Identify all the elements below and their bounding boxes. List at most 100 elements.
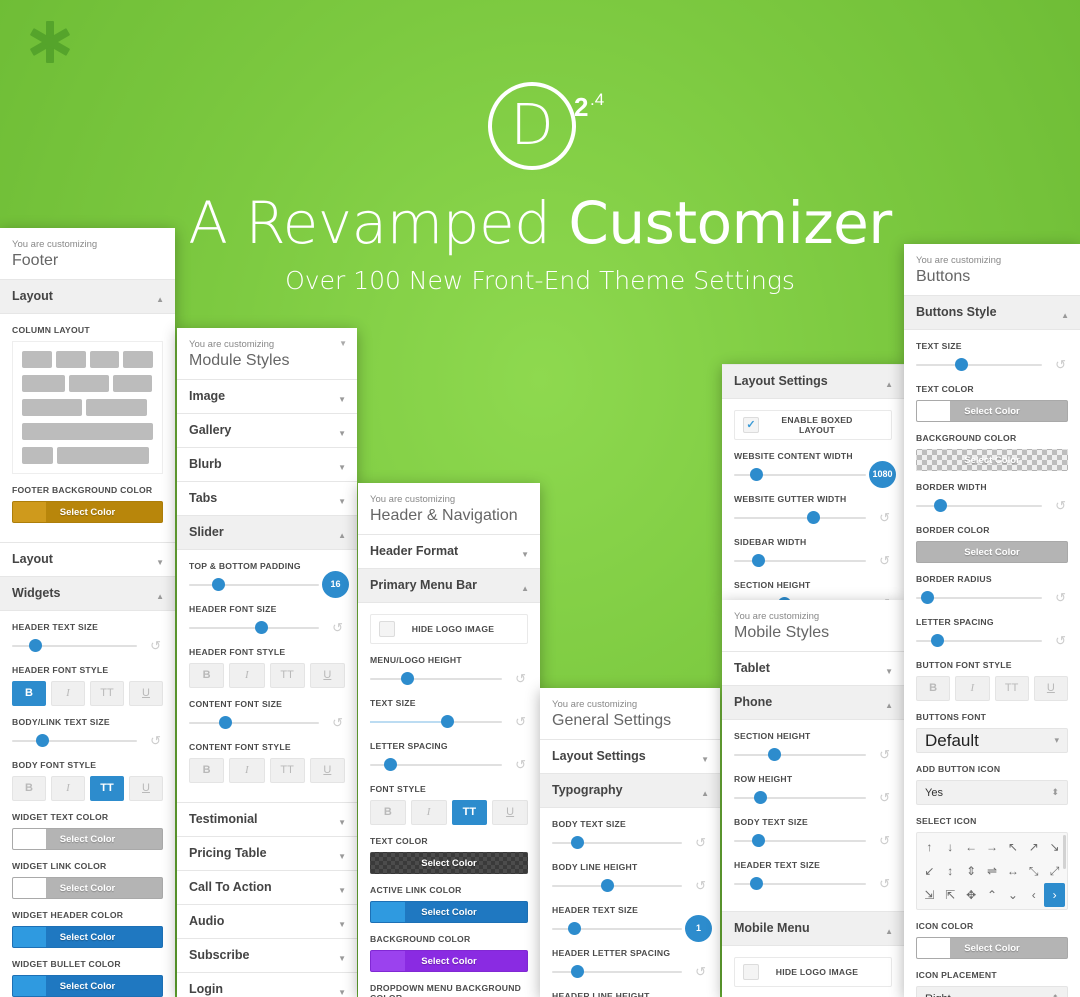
slider-control[interactable]: ↺: [734, 790, 892, 806]
slider-control[interactable]: 1080: [734, 461, 896, 488]
color-picker-button[interactable]: Select Color: [12, 975, 163, 997]
section-header-buttons-style[interactable]: Buttons Style ▲: [904, 295, 1080, 330]
font-style-u-button[interactable]: U: [129, 776, 163, 801]
section-header-pricing-table[interactable]: Pricing Table ▼: [177, 837, 357, 871]
font-style-tt-button[interactable]: TT: [451, 800, 488, 825]
chevron-down-icon[interactable]: ▾: [1054, 735, 1059, 746]
slider-track[interactable]: [916, 597, 1042, 599]
slider-control[interactable]: ↺: [916, 590, 1068, 606]
icon-option[interactable]: ⌄: [1002, 883, 1023, 907]
font-style-tt-button[interactable]: TT: [269, 758, 305, 783]
slider-track[interactable]: [734, 517, 866, 519]
slider-knob[interactable]: [570, 965, 584, 978]
section-header-phone[interactable]: Phone ▲: [722, 686, 904, 720]
icon-option[interactable]: ⇕: [961, 859, 982, 883]
slider-knob[interactable]: [600, 879, 614, 892]
checkbox-row[interactable]: ✓ ENABLE BOXED LAYOUT: [734, 410, 892, 440]
section-header-layout[interactable]: Layout ▲: [0, 279, 175, 314]
icon-option[interactable]: ›: [1044, 883, 1066, 907]
slider-track[interactable]: [12, 740, 137, 742]
chevron-up-icon[interactable]: ▲: [885, 924, 893, 939]
reset-icon[interactable]: ↺: [150, 638, 161, 653]
slider-knob[interactable]: [751, 834, 765, 847]
icon-option[interactable]: ↓: [940, 835, 961, 859]
slider-control[interactable]: ↺: [734, 553, 892, 569]
icon-option[interactable]: ⇱: [940, 883, 961, 907]
reset-icon[interactable]: ↺: [695, 835, 706, 850]
slider-knob[interactable]: [211, 578, 225, 591]
font-style-i-button[interactable]: I: [229, 758, 265, 783]
chevron-up-icon[interactable]: ▲: [156, 589, 164, 604]
slider-control[interactable]: ↺: [552, 964, 708, 980]
font-style-b-button[interactable]: B: [189, 758, 225, 783]
font-style-u-button[interactable]: U: [309, 663, 345, 688]
chevron-up-icon[interactable]: ▲: [338, 528, 346, 543]
slider-knob[interactable]: [754, 791, 768, 804]
font-style-tt-button[interactable]: TT: [994, 676, 1029, 701]
slider-control[interactable]: ↺: [189, 620, 345, 636]
section-header-gallery[interactable]: Gallery ▼: [177, 414, 357, 448]
font-style-tt-button[interactable]: TT: [269, 663, 305, 688]
reset-icon[interactable]: ↺: [695, 964, 706, 979]
color-picker-button[interactable]: Select Color: [916, 541, 1068, 563]
font-style-i-button[interactable]: I: [51, 776, 85, 801]
slider-control[interactable]: ↺: [916, 498, 1068, 514]
customizer-panel-buttons[interactable]: You are customizing Buttons Buttons Style ▲…: [904, 244, 1080, 997]
font-style-tt-button[interactable]: TT: [90, 776, 124, 801]
customizer-panel-header-navigation[interactable]: You are customizing Header & Navigation He…: [358, 483, 540, 997]
slider-control[interactable]: ↺: [370, 671, 528, 687]
font-style-u-button[interactable]: U: [129, 681, 163, 706]
slider-control[interactable]: ↺: [734, 833, 892, 849]
color-picker-button[interactable]: Select Color: [370, 852, 528, 874]
reset-icon[interactable]: ↺: [515, 757, 526, 772]
reset-icon[interactable]: ↺: [1055, 633, 1066, 648]
slider-knob[interactable]: [750, 877, 764, 890]
slider-knob[interactable]: [219, 716, 233, 729]
chevron-down-icon[interactable]: ▼: [156, 555, 164, 570]
section-header-audio[interactable]: Audio ▼: [177, 905, 357, 939]
font-style-b-button[interactable]: B: [370, 800, 406, 825]
icon-option[interactable]: ↕: [940, 859, 961, 883]
font-style-i-button[interactable]: I: [51, 681, 85, 706]
slider-knob[interactable]: [933, 499, 947, 512]
color-picker-button[interactable]: Select Color: [370, 901, 528, 923]
font-style-i-button[interactable]: I: [229, 663, 265, 688]
slider-knob[interactable]: [931, 634, 945, 647]
slider-knob[interactable]: [921, 591, 935, 604]
select-dropdown[interactable]: Right ⬍: [916, 986, 1068, 997]
reset-icon[interactable]: ↺: [150, 733, 161, 748]
section-header-login[interactable]: Login ▼: [177, 973, 357, 997]
color-picker-button[interactable]: Select Color: [12, 877, 163, 899]
font-style-toggle-group[interactable]: B I TT U: [370, 800, 528, 825]
slider-knob[interactable]: [570, 836, 584, 849]
reset-icon[interactable]: ↺: [1055, 357, 1066, 372]
icon-option[interactable]: ✥: [961, 883, 982, 907]
chevron-down-icon[interactable]: ▼: [338, 883, 346, 898]
icon-option[interactable]: ⤡: [1023, 859, 1044, 883]
font-style-u-button[interactable]: U: [1033, 676, 1068, 701]
reset-icon[interactable]: ↺: [515, 714, 526, 729]
slider-control[interactable]: ↺: [734, 510, 892, 526]
slider-control[interactable]: ↺: [12, 638, 163, 654]
reset-icon[interactable]: ↺: [879, 510, 890, 525]
checkbox-row[interactable]: HIDE LOGO IMAGE: [370, 614, 528, 644]
section-header-primary-menu-bar[interactable]: Primary Menu Bar ▲: [358, 569, 540, 603]
slider-control[interactable]: ↺: [552, 835, 708, 851]
font-style-u-button[interactable]: U: [492, 800, 528, 825]
reset-icon[interactable]: ↺: [515, 671, 526, 686]
slider-control[interactable]: ↺: [734, 876, 892, 892]
font-style-b-button[interactable]: B: [12, 681, 46, 706]
section-header-testimonial[interactable]: Testimonial ▼: [177, 802, 357, 837]
reset-icon[interactable]: ↺: [332, 620, 343, 635]
icon-option[interactable]: ↔: [1002, 859, 1023, 883]
customizer-panel-footer[interactable]: You are customizing Footer Layout ▲ COLUMN L…: [0, 228, 175, 997]
section-header-call-to-action[interactable]: Call To Action ▼: [177, 871, 357, 905]
icon-option[interactable]: ↗: [1023, 835, 1044, 859]
slider-track[interactable]: [552, 885, 682, 887]
slider-control[interactable]: ↺: [734, 747, 892, 763]
slider-control[interactable]: ↺: [370, 757, 528, 773]
section-header-widgets[interactable]: Widgets ▲: [0, 577, 175, 611]
chevron-down-icon[interactable]: ▼: [338, 951, 346, 966]
chevron-up-icon[interactable]: ▲: [885, 698, 893, 713]
icon-option[interactable]: ⌃: [982, 883, 1003, 907]
